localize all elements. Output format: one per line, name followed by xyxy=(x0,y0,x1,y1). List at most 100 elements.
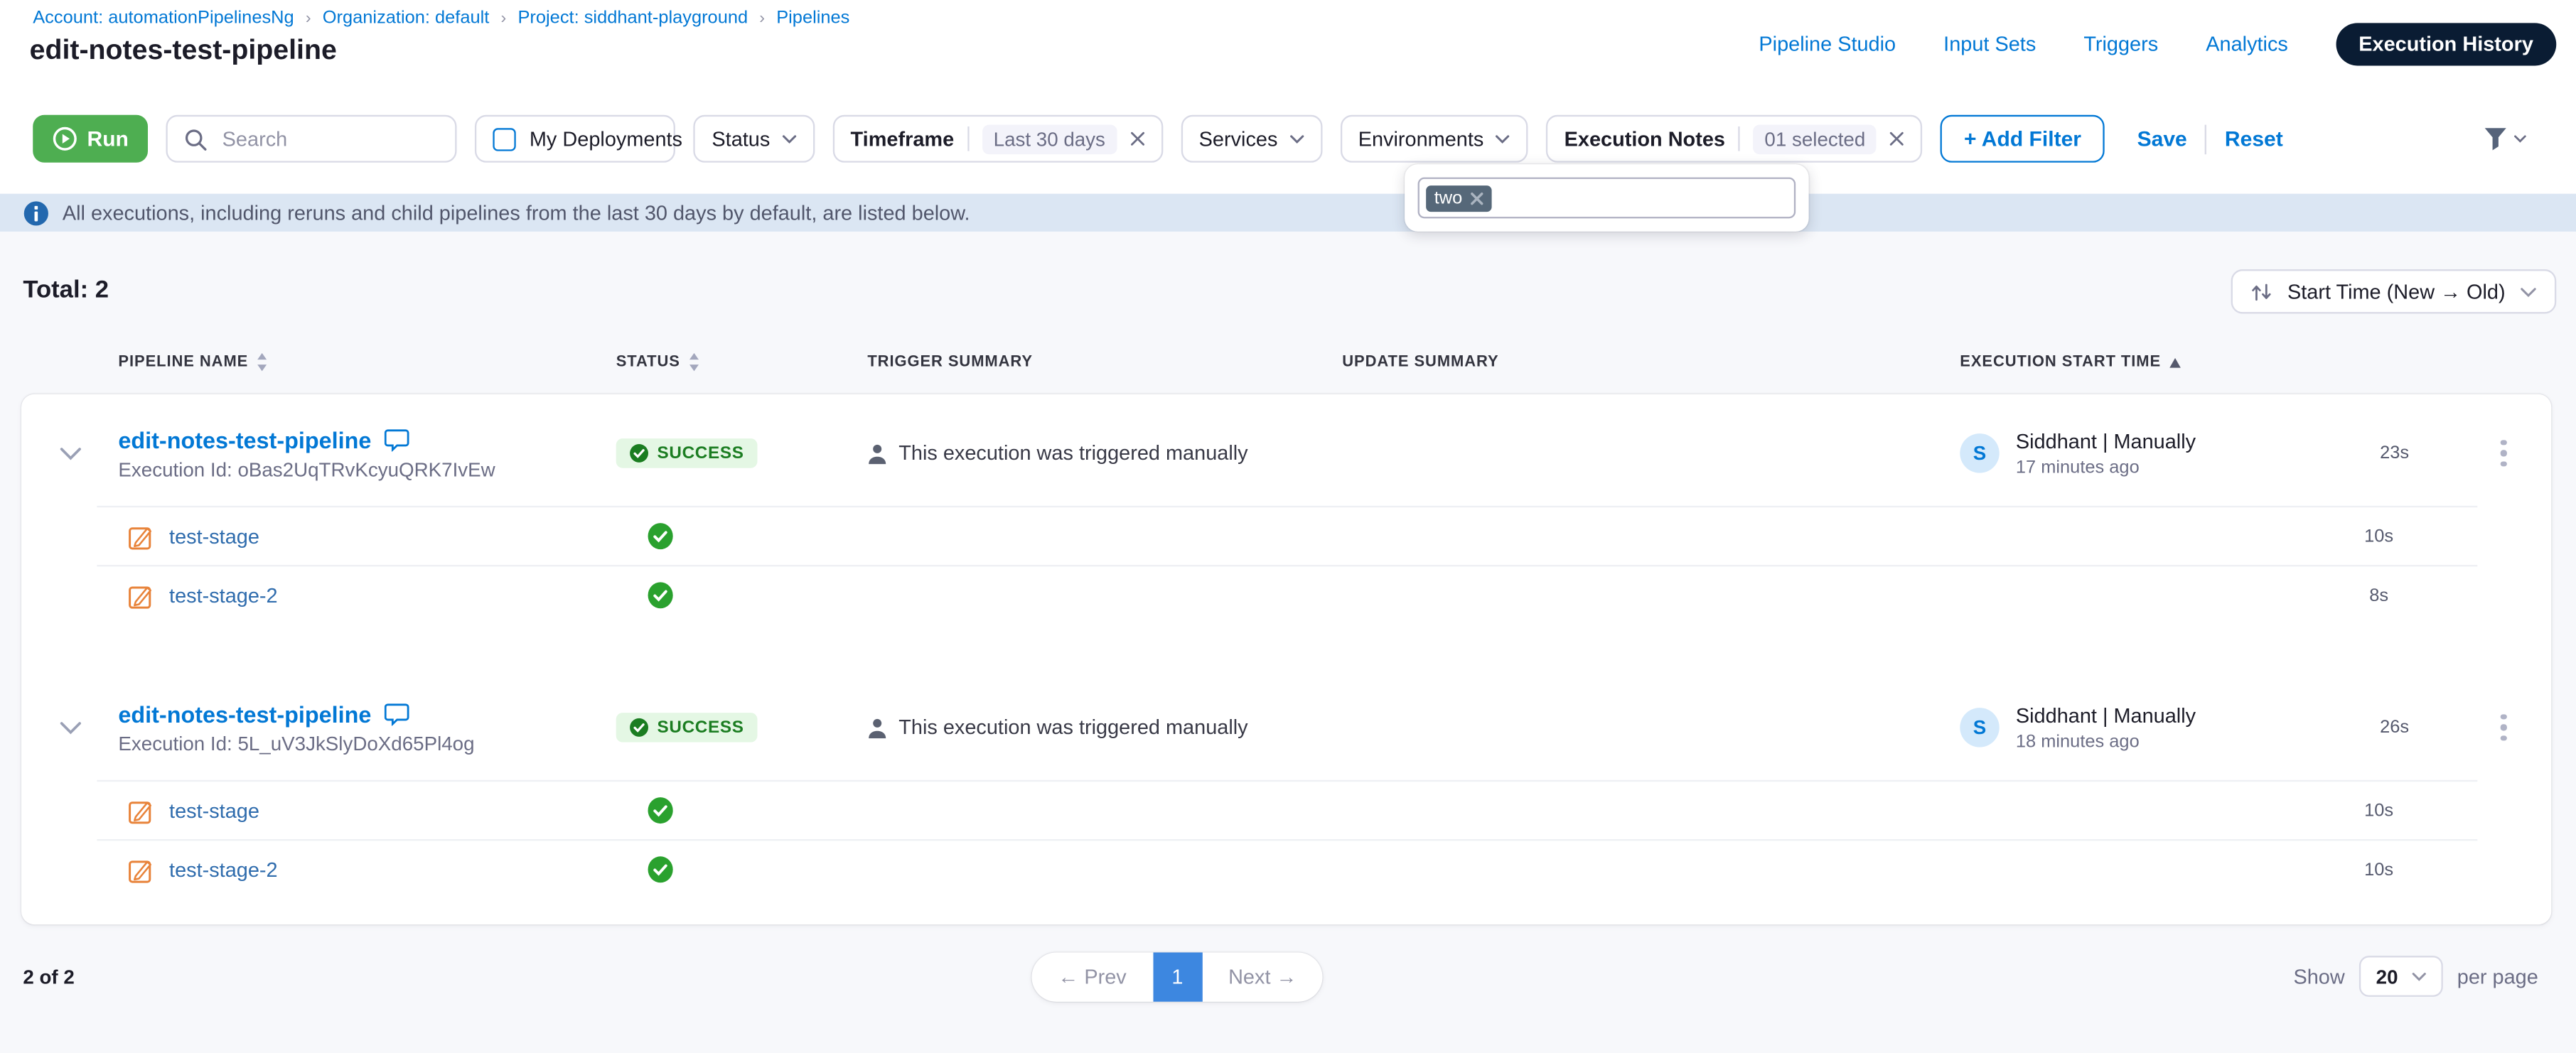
custom-stage-icon xyxy=(128,523,154,549)
execution-notes-filter[interactable]: Execution Notes 01 selected xyxy=(1546,115,1923,163)
execution-notes-clear-icon[interactable] xyxy=(1890,131,1905,146)
avatar: S xyxy=(1960,708,1999,747)
status-dropdown[interactable]: Status xyxy=(694,115,815,163)
notes-comment-icon[interactable] xyxy=(385,428,409,450)
breadcrumb-separator: › xyxy=(759,9,765,27)
stage-row: test-stage 10s xyxy=(97,506,2477,565)
total-count: Total: 2 xyxy=(23,276,109,303)
execution-duration: 23s xyxy=(2333,443,2456,463)
trigger-summary-text: This execution was triggered manually xyxy=(898,442,1247,465)
divider xyxy=(967,126,969,151)
expand-toggle[interactable] xyxy=(21,720,118,735)
notes-tag-input[interactable]: two xyxy=(1418,178,1796,219)
services-dropdown[interactable]: Services xyxy=(1181,115,1322,163)
execution-row: edit-notes-test-pipeline Execution Id: o… xyxy=(21,394,2551,625)
note-tag: two xyxy=(1426,185,1492,211)
info-banner-text: All executions, including reruns and chi… xyxy=(63,201,970,224)
note-tag-label: two xyxy=(1434,188,1463,208)
chevron-down-icon xyxy=(781,134,796,144)
next-page-button[interactable]: Next → xyxy=(1202,953,1323,1002)
filter-funnel-icon xyxy=(2482,126,2508,152)
stage-name-link[interactable]: test-stage xyxy=(169,799,259,821)
breadcrumb-account[interactable]: Account: automationPipelinesNg xyxy=(33,9,294,28)
execution-notes-label: Execution Notes xyxy=(1565,127,1725,150)
stage-success-icon xyxy=(648,581,674,609)
breadcrumb-separator: › xyxy=(501,9,507,27)
my-deployments-checkbox[interactable] xyxy=(493,127,516,150)
sort-dropdown[interactable]: Start Time (New → Old) xyxy=(2231,269,2556,313)
top-bar: Account: automationPipelinesNg › Organiz… xyxy=(0,0,2576,194)
my-deployments-filter[interactable]: My Deployments xyxy=(476,115,676,163)
save-filter-button[interactable]: Save xyxy=(2137,126,2187,151)
pagination-controls: ← Prev 1 Next → xyxy=(1031,953,1323,1002)
page-title: edit-notes-test-pipeline xyxy=(30,35,337,68)
sort-arrows-icon xyxy=(2251,281,2272,301)
column-label: PIPELINE NAME xyxy=(118,353,248,371)
column-status[interactable]: STATUS xyxy=(616,353,868,371)
divider xyxy=(2205,124,2206,153)
my-deployments-label: My Deployments xyxy=(530,127,682,150)
triggered-by: Siddhant | Manually xyxy=(2016,703,2196,726)
stage-duration: 10s xyxy=(2280,526,2477,546)
execution-history-page: Account: automationPipelinesNg › Organiz… xyxy=(0,0,2576,1052)
pipeline-tabs: Pipeline Studio Input Sets Triggers Anal… xyxy=(1759,23,2556,65)
chevron-down-icon xyxy=(2513,135,2526,144)
chevron-down-icon xyxy=(2520,286,2536,296)
add-filter-button[interactable]: + Add Filter xyxy=(1941,115,2105,163)
stage-name-link[interactable]: test-stage-2 xyxy=(169,858,278,881)
page-size-select[interactable]: 20 xyxy=(2360,956,2442,997)
column-pipeline-name[interactable]: PIPELINE NAME xyxy=(118,353,616,371)
page-size-control: Show 20 per page xyxy=(2293,956,2538,997)
row-menu-button[interactable] xyxy=(2456,714,2551,741)
search-box xyxy=(166,115,457,163)
breadcrumb-organization[interactable]: Organization: default xyxy=(323,9,490,28)
page-size-value: 20 xyxy=(2376,965,2398,988)
stage-duration: 8s xyxy=(2280,585,2477,605)
stage-row: test-stage-2 8s xyxy=(97,565,2477,624)
search-input[interactable] xyxy=(219,126,416,152)
stage-duration: 10s xyxy=(2280,801,2477,821)
tab-input-sets[interactable]: Input Sets xyxy=(1943,33,2036,55)
info-icon xyxy=(23,200,49,226)
timeframe-filter[interactable]: Timeframe Last 30 days xyxy=(832,115,1163,163)
time-ago: 18 minutes ago xyxy=(2016,732,2196,752)
breadcrumb-project[interactable]: Project: siddhant-playground xyxy=(517,9,748,28)
row-menu-button[interactable] xyxy=(2456,440,2551,467)
pagination-range: 2 of 2 xyxy=(23,966,74,988)
status-dropdown-label: Status xyxy=(712,127,770,150)
column-update-summary: UPDATE SUMMARY xyxy=(1342,353,1960,371)
stage-duration: 10s xyxy=(2280,860,2477,880)
timeframe-value-chip: Last 30 days xyxy=(982,124,1117,153)
remove-tag-icon[interactable] xyxy=(1471,191,1483,204)
stage-row: test-stage-2 10s xyxy=(97,839,2477,898)
page-number-button[interactable]: 1 xyxy=(1153,953,1202,1002)
breadcrumb: Account: automationPipelinesNg › Organiz… xyxy=(33,9,849,28)
breadcrumb-pipelines[interactable]: Pipelines xyxy=(776,9,849,28)
sort-both-icon xyxy=(257,353,268,371)
execution-duration: 26s xyxy=(2333,718,2456,738)
tab-triggers[interactable]: Triggers xyxy=(2083,33,2158,55)
stage-name-link[interactable]: test-stage xyxy=(169,524,259,547)
timeframe-clear-icon[interactable] xyxy=(1130,131,1145,146)
pipeline-name-link[interactable]: edit-notes-test-pipeline xyxy=(118,426,371,453)
check-circle-icon xyxy=(629,443,649,463)
tab-pipeline-studio[interactable]: Pipeline Studio xyxy=(1759,33,1896,55)
stage-success-icon xyxy=(648,796,674,824)
stage-name-link[interactable]: test-stage-2 xyxy=(169,584,278,607)
check-circle-icon xyxy=(629,718,649,738)
kebab-icon xyxy=(2501,440,2506,467)
prev-page-button[interactable]: ← Prev xyxy=(1031,953,1152,1002)
saved-filters-button[interactable] xyxy=(2482,126,2526,152)
reset-filter-button[interactable]: Reset xyxy=(2225,126,2283,151)
pipeline-name-link[interactable]: edit-notes-test-pipeline xyxy=(118,701,371,727)
tab-analytics[interactable]: Analytics xyxy=(2206,33,2288,55)
run-button[interactable]: Run xyxy=(33,115,148,163)
notes-comment-icon[interactable] xyxy=(385,702,409,725)
tab-execution-history[interactable]: Execution History xyxy=(2336,23,2556,65)
chevron-down-icon xyxy=(2411,971,2426,981)
environments-dropdown-label: Environments xyxy=(1358,127,1484,150)
column-execution-start-time[interactable]: EXECUTION START TIME xyxy=(1960,353,2333,371)
sort-both-icon xyxy=(688,353,699,371)
environments-dropdown[interactable]: Environments xyxy=(1340,115,1528,163)
expand-toggle[interactable] xyxy=(21,446,118,460)
